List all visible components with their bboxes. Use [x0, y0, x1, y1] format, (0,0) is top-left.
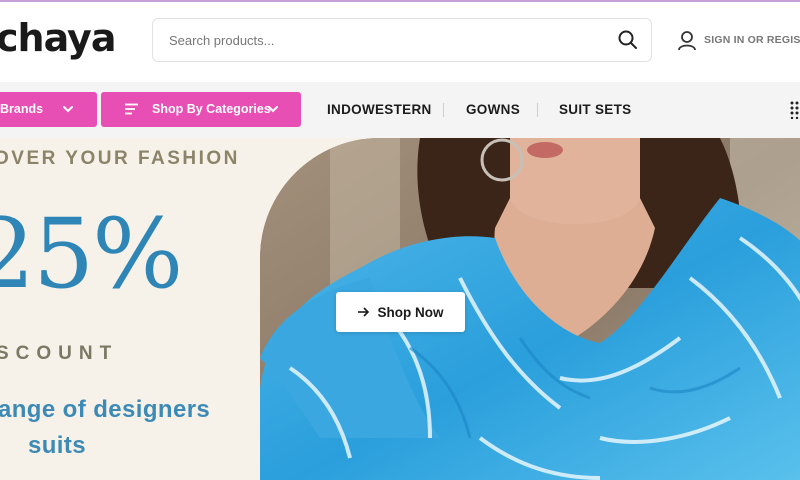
shop-now-button[interactable]: Shop Now: [336, 292, 465, 332]
search-input[interactable]: [169, 19, 609, 61]
nav-link-suit-sets[interactable]: SUIT SETS: [559, 102, 631, 117]
nav-divider: [537, 103, 538, 117]
hero-tagline-line2: suits: [28, 432, 87, 459]
hero-tagline-line1: ange of designers: [0, 396, 211, 423]
main-navigation: Brands Shop By Categories INDOWESTERN GO…: [0, 82, 800, 138]
nav-link-gowns[interactable]: GOWNS: [466, 102, 520, 117]
chevron-down-icon: [62, 103, 74, 118]
hero-discount-value: 25%: [0, 198, 183, 310]
shop-now-label: Shop Now: [377, 304, 444, 320]
hero-banner: OVER YOUR FASHION 25% SCOUNT ange of des…: [0, 138, 800, 480]
user-icon[interactable]: [677, 30, 697, 52]
grid-menu-icon[interactable]: [790, 101, 800, 120]
hero-eyebrow: OVER YOUR FASHION: [0, 148, 240, 169]
nav-divider: [443, 103, 444, 117]
menu-lines-icon: [125, 103, 139, 118]
search-icon[interactable]: [617, 29, 639, 51]
search-bar: [152, 18, 652, 62]
nav-link-indowestern[interactable]: INDOWESTERN: [327, 102, 432, 117]
hero-discount-word: SCOUNT: [0, 343, 119, 364]
brands-dropdown-button[interactable]: Brands: [0, 92, 97, 127]
categories-label: Shop By Categories: [152, 102, 271, 116]
brands-label: Brands: [0, 102, 44, 116]
shop-by-categories-button[interactable]: Shop By Categories: [101, 92, 301, 127]
chevron-down-icon: [267, 103, 279, 118]
site-header: chaya SIGN IN OR REGISTER: [0, 2, 800, 82]
arrow-right-icon: [357, 305, 370, 320]
signin-register-link[interactable]: SIGN IN OR REGISTER: [704, 34, 800, 46]
site-logo[interactable]: chaya: [0, 16, 116, 60]
